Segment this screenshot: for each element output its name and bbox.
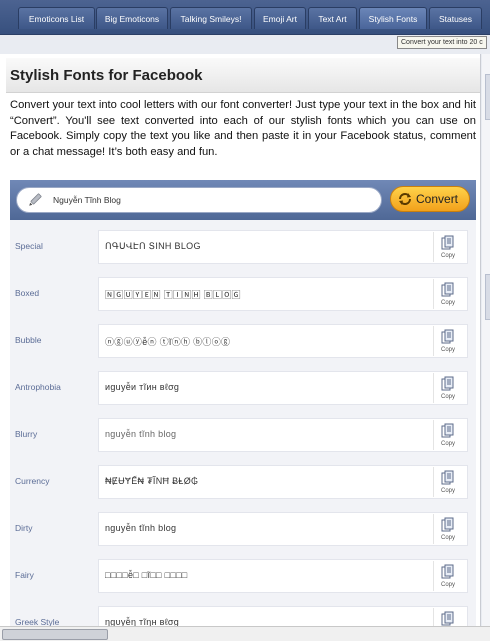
copy-icon [441,423,454,438]
page-title: Stylish Fonts for Facebook [10,67,203,84]
font-row-special: Special ՈԳՍՎԷՈ ՏΙΝΗ ΒLOG Copy [10,226,476,273]
font-output-box[interactable]: nguyễn tĩnh blog Copy [98,512,468,546]
convert-button-label: Convert [416,192,459,206]
converted-text: 🄽🄶🅄🅈🄴🄽 🅃🄸🄽🄷 🄱🄻🄾🄶 [105,290,241,300]
font-name-label: Special [15,241,43,251]
copy-button[interactable]: Copy [433,232,462,262]
refresh-icon [399,193,411,205]
font-row-bubble: Bubble ⓝⓖⓤⓨễⓝ ⓣĩⓝⓗ ⓑⓛⓞⓖ Copy [10,320,476,367]
copy-icon [441,376,454,391]
copy-icon [441,564,454,579]
text-input[interactable] [53,191,373,209]
tab-tooltip: Convert your text into 20 c [397,36,487,49]
top-tab-bar: Emoticons List Big Emoticons Talking Smi… [0,0,490,35]
copy-label: Copy [440,300,455,306]
converted-text: □□□□ễ□ □ĩ□□ □□□□ [105,570,188,580]
content-panel: Stylish Fonts for Facebook Convert your … [0,54,481,640]
copy-button[interactable]: Copy [433,514,462,544]
font-output-box[interactable]: 🄽🄶🅄🅈🄴🄽 🅃🄸🄽🄷 🄱🄻🄾🄶 Copy [98,277,468,311]
sidebar-edge-item [485,74,490,120]
right-sidebar-edge [482,54,490,640]
font-output-box[interactable]: иguуễи тĩин вℓσg Copy [98,371,468,405]
copy-button[interactable]: Copy [433,326,462,356]
copy-label: Copy [440,253,455,259]
tab-stylish-fonts[interactable]: Stylish Fonts [359,7,427,29]
font-output-box[interactable]: □□□□ễ□ □ĩ□□ □□□□ Copy [98,559,468,593]
horizontal-scrollbar[interactable] [0,626,490,641]
copy-icon [441,282,454,297]
copy-icon [441,611,454,626]
font-output-box[interactable]: ՈԳՍՎԷՈ ՏΙΝΗ ΒLOG Copy [98,230,468,264]
copy-button[interactable]: Copy [433,279,462,309]
convert-button[interactable]: Convert [390,186,470,212]
font-output-box[interactable]: nguyễn tĩnh blog Copy [98,418,468,452]
font-row-fairy: Fairy □□□□ễ□ □ĩ□□ □□□□ Copy [10,555,476,602]
copy-icon [441,235,454,250]
copy-button[interactable]: Copy [433,420,462,450]
copy-icon [441,329,454,344]
copy-label: Copy [440,347,455,353]
copy-button[interactable]: Copy [433,467,462,497]
font-name-label: Currency [15,476,50,486]
font-row-boxed: Boxed 🄽🄶🅄🅈🄴🄽 🅃🄸🄽🄷 🄱🄻🄾🄶 Copy [10,273,476,320]
copy-button[interactable]: Copy [433,561,462,591]
copy-label: Copy [440,582,455,588]
font-output-box[interactable]: ⓝⓖⓤⓨễⓝ ⓣĩⓝⓗ ⓑⓛⓞⓖ Copy [98,324,468,358]
converted-text: nguyễn tĩnh blog [105,429,177,439]
intro-text: Convert your text into cool letters with… [10,99,476,158]
font-name-label: Dirty [15,523,33,533]
font-name-label: Antrophobia [15,382,61,392]
font-results-list: Special ՈԳՍՎԷՈ ՏΙΝΗ ΒLOG Copy Boxed 🄽🄶🅄🅈… [10,226,476,640]
converted-text: иguуễи тĩин вℓσg [105,382,180,392]
pencil-icon [29,193,42,206]
converted-text: ₦ɆɄɎẾ₦ ₮ĨΝĦ ɃⱠØ₲ [105,476,199,486]
font-row-blurry: Blurry nguyễn tĩnh blog Copy [10,414,476,461]
tab-big-emoticons[interactable]: Big Emoticons [96,7,168,29]
text-input-box [16,187,382,213]
converter-header: Convert [10,180,476,220]
font-converter: Convert Special ՈԳՍՎԷՈ ՏΙΝΗ ΒLOG Copy Bo… [10,180,476,640]
tab-emoticons-list[interactable]: Emoticons List [18,7,95,29]
font-name-label: Blurry [15,429,38,439]
sidebar-edge-item [485,274,490,320]
tab-text-art[interactable]: Text Art [308,7,357,29]
converted-text: ՈԳՍՎԷՈ ՏΙΝΗ ΒLOG [105,241,201,251]
font-output-box[interactable]: ₦ɆɄɎẾ₦ ₮ĨΝĦ ɃⱠØ₲ Copy [98,465,468,499]
copy-label: Copy [440,441,455,447]
font-name-label: Bubble [15,335,42,345]
copy-icon [441,470,454,485]
tab-talking-smileys[interactable]: Talking Smileys! [170,7,252,29]
title-band: Stylish Fonts for Facebook [6,58,480,93]
font-row-antrophobia: Antrophobia иguуễи тĩин вℓσg Copy [10,367,476,414]
copy-label: Copy [440,535,455,541]
font-row-dirty: Dirty nguyễn tĩnh blog Copy [10,508,476,555]
copy-icon [441,517,454,532]
scrollbar-thumb[interactable] [2,629,108,640]
font-row-currency: Currency ₦ɆɄɎẾ₦ ₮ĨΝĦ ɃⱠØ₲ Copy [10,461,476,508]
converted-text: ⓝⓖⓤⓨễⓝ ⓣĩⓝⓗ ⓑⓛⓞⓖ [105,337,231,347]
converted-text: nguyễn tĩnh blog [105,523,177,533]
copy-label: Copy [440,488,455,494]
copy-label: Copy [440,394,455,400]
font-name-label: Fairy [15,570,34,580]
tab-emoji-art[interactable]: Emoji Art [254,7,306,29]
tab-statuses[interactable]: Statuses [429,7,482,29]
font-name-label: Boxed [15,288,40,298]
copy-button[interactable]: Copy [433,373,462,403]
